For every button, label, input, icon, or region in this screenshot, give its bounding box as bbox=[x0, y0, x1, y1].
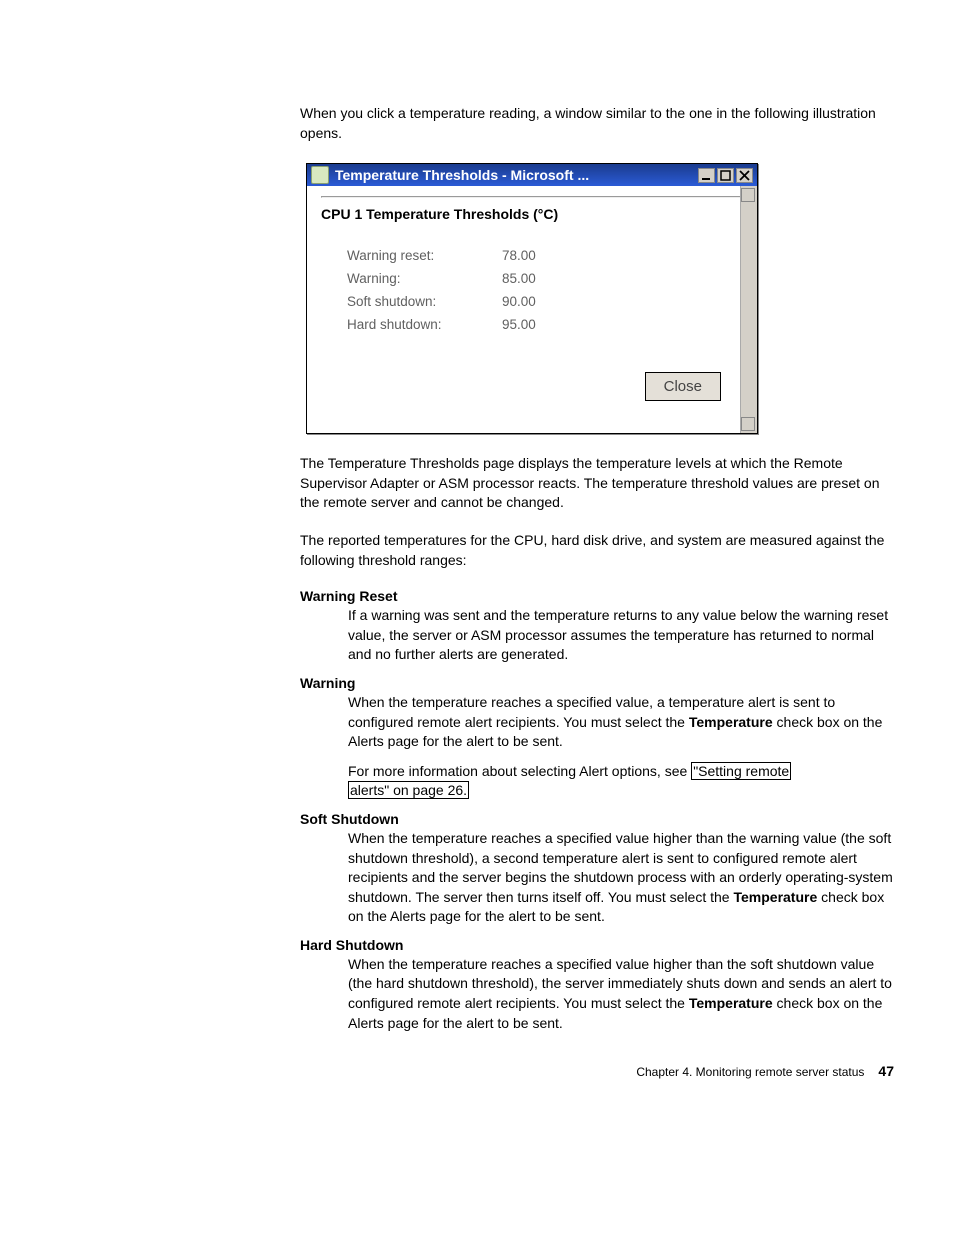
close-button[interactable]: Close bbox=[645, 372, 721, 401]
paragraph: The reported temperatures for the CPU, h… bbox=[300, 531, 894, 570]
threshold-label: Warning: bbox=[347, 271, 502, 286]
page-footer: Chapter 4. Monitoring remote server stat… bbox=[300, 1063, 894, 1079]
footer-page-number: 47 bbox=[878, 1063, 894, 1079]
dialog-body: CPU 1 Temperature Thresholds (°C) Warnin… bbox=[307, 186, 757, 433]
threshold-label: Warning reset: bbox=[347, 248, 502, 263]
table-row: Hard shutdown: 95.00 bbox=[347, 317, 743, 332]
link-setting-remote-alerts[interactable]: "Setting remote bbox=[691, 762, 791, 780]
paragraph: The Temperature Thresholds page displays… bbox=[300, 454, 894, 513]
threshold-label: Soft shutdown: bbox=[347, 294, 502, 309]
temperature-thresholds-dialog: Temperature Thresholds - Microsoft ... C… bbox=[306, 163, 758, 434]
table-row: Warning: 85.00 bbox=[347, 271, 743, 286]
threshold-label: Hard shutdown: bbox=[347, 317, 502, 332]
dialog-titlebar[interactable]: Temperature Thresholds - Microsoft ... bbox=[307, 164, 757, 186]
minimize-button[interactable] bbox=[698, 168, 715, 183]
scroll-up-button[interactable] bbox=[741, 188, 755, 202]
threshold-value: 78.00 bbox=[502, 248, 536, 263]
table-row: Warning reset: 78.00 bbox=[347, 248, 743, 263]
dialog-title: Temperature Thresholds - Microsoft ... bbox=[335, 167, 698, 183]
def-term-soft-shutdown: Soft Shutdown bbox=[300, 811, 894, 827]
footer-chapter: Chapter 4. Monitoring remote server stat… bbox=[636, 1065, 864, 1079]
def-body-hard-shutdown: When the temperature reaches a specified… bbox=[348, 955, 894, 1033]
dialog-heading: CPU 1 Temperature Thresholds (°C) bbox=[321, 206, 743, 222]
intro-text: When you click a temperature reading, a … bbox=[300, 104, 894, 143]
link-setting-remote-alerts[interactable]: alerts" on page 26. bbox=[348, 781, 469, 799]
maximize-button[interactable] bbox=[717, 168, 734, 183]
threshold-table: Warning reset: 78.00 Warning: 85.00 Soft… bbox=[347, 248, 743, 332]
def-body-warning: When the temperature reaches a specified… bbox=[348, 693, 894, 801]
table-row: Soft shutdown: 90.00 bbox=[347, 294, 743, 309]
def-term-hard-shutdown: Hard Shutdown bbox=[300, 937, 894, 953]
close-window-button[interactable] bbox=[736, 168, 753, 183]
threshold-value: 85.00 bbox=[502, 271, 536, 286]
scroll-down-button[interactable] bbox=[741, 417, 755, 431]
def-term-warning-reset: Warning Reset bbox=[300, 588, 894, 604]
threshold-value: 95.00 bbox=[502, 317, 536, 332]
def-term-warning: Warning bbox=[300, 675, 894, 691]
app-icon bbox=[311, 166, 329, 184]
def-body-soft-shutdown: When the temperature reaches a specified… bbox=[348, 829, 894, 927]
def-body-warning-reset: If a warning was sent and the temperatur… bbox=[348, 606, 894, 665]
threshold-value: 90.00 bbox=[502, 294, 536, 309]
